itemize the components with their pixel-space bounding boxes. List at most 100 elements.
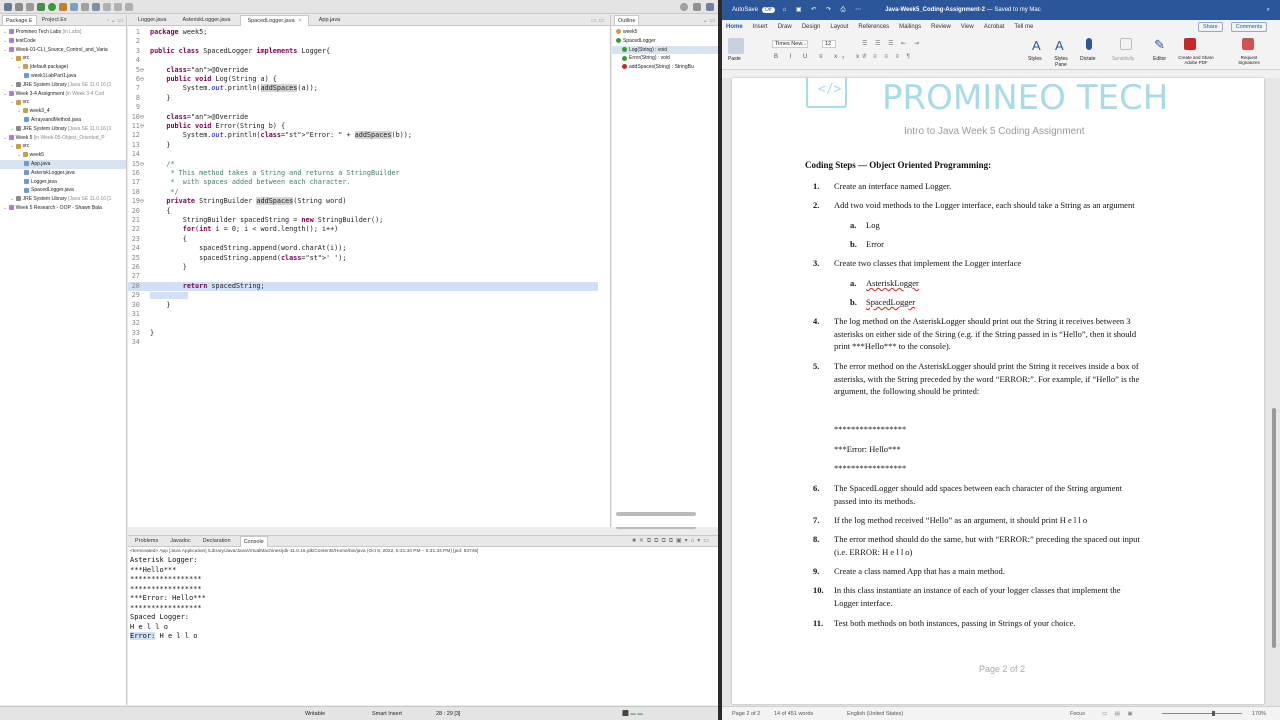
code-line[interactable]: 19⊖ private StringBuilder addSpaces(Stri… bbox=[128, 197, 598, 206]
adobe-pdf-icon[interactable] bbox=[1184, 38, 1196, 50]
zoom-slider-thumb[interactable] bbox=[1212, 711, 1215, 716]
code-line[interactable]: 33 } bbox=[128, 329, 598, 338]
tab-app-java[interactable]: App.java bbox=[313, 15, 346, 25]
quick-access-icons[interactable]: ⌂ ▣ ↶ ↷ ⎙ ⋯ bbox=[783, 6, 865, 14]
chevron-down-icon[interactable]: ⌄ bbox=[10, 196, 16, 202]
view-menu-icon[interactable]: ▫ ⌄ ▭ bbox=[107, 17, 126, 24]
chevron-down-icon[interactable]: ⌄ bbox=[17, 152, 23, 158]
code-line[interactable]: 28 return spacedString; bbox=[128, 281, 598, 292]
chevron-down-icon[interactable]: ⌄ bbox=[10, 143, 16, 149]
code-line[interactable]: 1 package week5; bbox=[128, 28, 598, 37]
code-line[interactable]: 5⊖ class="an">@Override bbox=[128, 66, 598, 75]
code-line[interactable]: 27 bbox=[128, 272, 598, 281]
code-line[interactable]: 24 spacedString.append(word.charAt(i)); bbox=[128, 244, 598, 253]
console-toolbar-icons[interactable]: ■✕⧉⧉⧉⧉▣▾⌂▾▭ bbox=[632, 537, 718, 545]
zoom-slider[interactable] bbox=[1162, 713, 1242, 714]
code-line[interactable]: 18 */ bbox=[128, 188, 598, 197]
paste-icon[interactable] bbox=[728, 38, 744, 54]
tree-item[interactable]: ⌄ week3_4 bbox=[0, 107, 126, 116]
ribbon-tab-layout[interactable]: Layout bbox=[830, 24, 848, 30]
ribbon-tab-view[interactable]: View bbox=[961, 24, 974, 30]
tree-item[interactable]: ArraysandMethod.java bbox=[0, 116, 126, 125]
tab-package-explorer[interactable]: Package E bbox=[2, 15, 37, 25]
outline-item[interactable]: week5 bbox=[612, 28, 718, 37]
code-line[interactable]: 17 * with spaces added between each char… bbox=[128, 178, 598, 187]
alignment-icons[interactable]: ≡ ≡ ≡ ≡ ¶ bbox=[862, 54, 913, 60]
chevron-down-icon[interactable]: ⌄ bbox=[3, 91, 9, 97]
outline-item[interactable]: Error(String) : void bbox=[612, 54, 718, 63]
search-tool-icon[interactable] bbox=[81, 2, 89, 11]
ribbon-tab-home[interactable]: Home bbox=[726, 24, 743, 30]
console-output[interactable]: Asterisk Logger: ***Hello*** *************… bbox=[128, 556, 718, 642]
tab-javadoc[interactable]: Javadoc bbox=[167, 536, 194, 546]
code-line[interactable]: 16 * This method takes a String and retu… bbox=[128, 169, 598, 178]
forward-icon[interactable] bbox=[125, 2, 133, 11]
vertical-scrollbar[interactable] bbox=[1270, 78, 1278, 704]
tree-item[interactable]: ⌄ Week 5 [in Week-05-Object_Oriented_P bbox=[0, 134, 126, 143]
code-line[interactable]: 21 StringBuilder spacedString = new Stri… bbox=[128, 216, 598, 225]
ribbon-tab-references[interactable]: References bbox=[858, 24, 889, 30]
minimize-icon[interactable]: ▭ ▭ bbox=[591, 17, 610, 24]
tab-logger-java[interactable]: Logger.java bbox=[132, 15, 172, 25]
editor-icon[interactable]: ✎ bbox=[1154, 37, 1165, 53]
dictate-icon[interactable] bbox=[1086, 38, 1092, 50]
chevron-down-icon[interactable]: ⌄ bbox=[3, 47, 9, 53]
share-button[interactable]: Share bbox=[1198, 22, 1223, 32]
tab-problems[interactable]: Problems bbox=[132, 536, 161, 546]
code-line[interactable]: 31 bbox=[128, 310, 598, 319]
chevron-down-icon[interactable]: ⌄ bbox=[10, 82, 16, 88]
back-icon[interactable] bbox=[114, 2, 122, 11]
open-type-icon[interactable] bbox=[92, 2, 100, 11]
external-tools-icon[interactable] bbox=[59, 2, 67, 11]
close-icon[interactable]: × bbox=[299, 18, 302, 24]
code-line[interactable]: 4 bbox=[128, 56, 598, 65]
perspective-icon[interactable] bbox=[693, 3, 701, 11]
outline-scrollbar[interactable] bbox=[616, 512, 696, 516]
code-line[interactable]: 30 } bbox=[128, 301, 598, 310]
save-all-icon[interactable] bbox=[26, 2, 34, 11]
chevron-down-icon[interactable]: ⌄ bbox=[10, 99, 16, 105]
font-size-select[interactable]: 12 bbox=[822, 40, 836, 48]
tab-asterisklogger-java[interactable]: AsteriskLogger.java bbox=[176, 15, 236, 25]
run-icon[interactable] bbox=[48, 2, 56, 11]
code-line[interactable]: 9 bbox=[128, 103, 598, 112]
ribbon-tab-mailings[interactable]: Mailings bbox=[899, 24, 921, 30]
chevron-down-icon[interactable]: ⌄ bbox=[3, 38, 9, 44]
chevron-down-icon[interactable]: ⌄ bbox=[10, 126, 16, 132]
java-perspective-icon[interactable] bbox=[706, 3, 714, 11]
code-line[interactable]: 11⊖ public void Error(String b) { bbox=[128, 122, 598, 131]
tree-item[interactable]: ⌄ testCode bbox=[0, 37, 126, 46]
new-class-icon[interactable] bbox=[70, 2, 78, 11]
code-line[interactable]: 2 bbox=[128, 37, 598, 46]
code-line[interactable]: 10⊖ class="an">@Override bbox=[128, 113, 598, 122]
ribbon-tab-draw[interactable]: Draw bbox=[778, 24, 792, 30]
tree-item[interactable]: AsteriskLogger.java bbox=[0, 169, 126, 178]
next-annotation-icon[interactable] bbox=[103, 2, 111, 11]
tree-item[interactable]: ⌄ (default package) bbox=[0, 63, 126, 72]
paragraph-icons[interactable]: ☰ ☰ ☰ ⇤ ⇥ bbox=[862, 40, 922, 47]
code-line[interactable]: 34 bbox=[128, 338, 598, 347]
code-line[interactable]: 6⊖ public void Log(String a) { bbox=[128, 75, 598, 84]
outline-item[interactable]: SpacedLogger bbox=[612, 37, 718, 46]
code-line[interactable]: 22 for(int i = 0; i < word.length(); i++… bbox=[128, 225, 598, 234]
ribbon-tab-tell-me[interactable]: Tell me bbox=[1014, 24, 1033, 30]
tree-item[interactable]: App.java bbox=[0, 159, 126, 169]
code-line[interactable]: 26 } bbox=[128, 263, 598, 272]
code-area[interactable]: 1 package week5; 2 3 public class SpacedL… bbox=[128, 27, 611, 357]
chevron-down-icon[interactable]: ⌄ bbox=[10, 55, 16, 61]
code-line[interactable]: 3 public class SpacedLogger implements L… bbox=[128, 47, 598, 56]
chevron-down-icon[interactable]: ⌄ bbox=[3, 135, 9, 141]
code-line[interactable]: 13 } bbox=[128, 141, 598, 150]
tree-item[interactable]: Logger.java bbox=[0, 178, 126, 187]
code-line[interactable]: 12 System.out.println(class="st">"Error:… bbox=[128, 131, 598, 140]
tree-item[interactable]: ⌄ JRE System Library [Java SE 11.0.16 [1 bbox=[0, 81, 126, 90]
tree-item[interactable]: ⌄ src bbox=[0, 98, 126, 107]
tree-item[interactable]: week1LabPart1.java bbox=[0, 72, 126, 81]
tree-item[interactable]: ⌄ Week 3-4 Assignment [in Week 3-4 Cod bbox=[0, 90, 126, 99]
search-icon[interactable]: ⌕ bbox=[1267, 7, 1270, 14]
code-line[interactable]: 14 bbox=[128, 150, 598, 159]
tab-console[interactable]: Console bbox=[239, 535, 268, 547]
code-line[interactable]: 7 System.out.println(addSpaces(a)); bbox=[128, 84, 598, 93]
tab-spacedlogger-java[interactable]: SpacedLogger.java × bbox=[240, 14, 309, 26]
chevron-down-icon[interactable]: ⌄ bbox=[17, 108, 23, 114]
